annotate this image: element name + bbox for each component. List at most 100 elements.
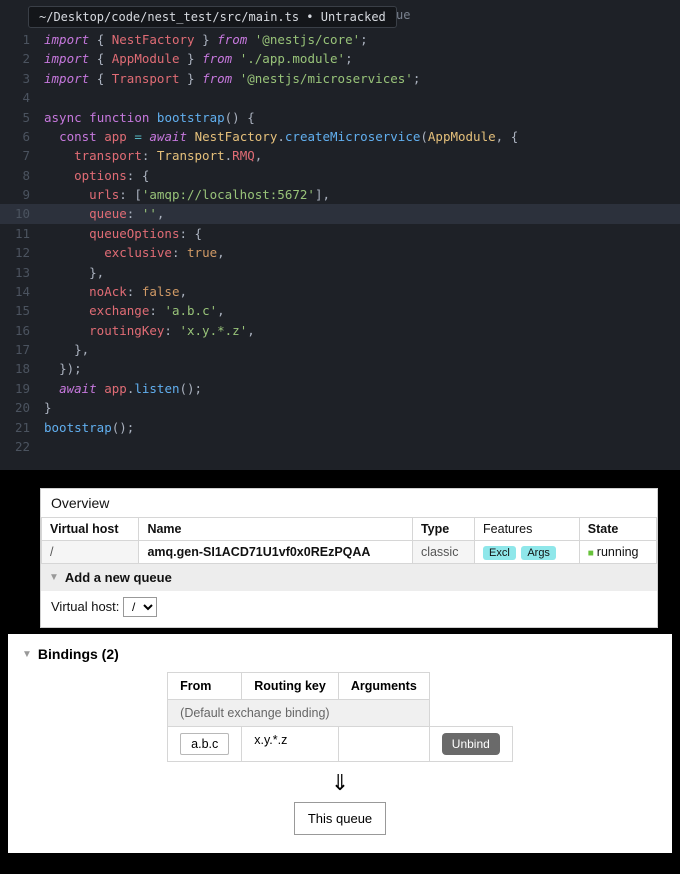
code-line[interactable]: 2import { AppModule } from './app.module… [0,49,680,68]
line-number: 10 [0,204,44,223]
code-line[interactable]: 17 }, [0,340,680,359]
code-content: urls: ['amqp://localhost:5672'], [44,185,330,204]
col-name[interactable]: Name [139,518,412,541]
bindings-title: Bindings (2) [38,646,119,662]
col-type[interactable]: Type [412,518,474,541]
line-number: 2 [0,49,44,68]
line-number: 14 [0,282,44,301]
code-line[interactable]: 19 await app.listen(); [0,379,680,398]
code-line[interactable]: 7 transport: Transport.RMQ, [0,146,680,165]
default-exchange-row: (Default exchange binding) [168,700,513,727]
code-line[interactable]: 4 [0,88,680,107]
line-number: 21 [0,418,44,437]
cell-from: a.b.c [168,727,242,762]
code-content: }, [44,263,104,282]
code-line[interactable]: 13 }, [0,263,680,282]
code-line[interactable]: 6 const app = await NestFactory.createMi… [0,127,680,146]
bindings-toggle[interactable]: ▼ Bindings (2) [22,644,658,672]
line-number: 5 [0,108,44,127]
code-content: import { AppModule } from './app.module'… [44,49,353,68]
bindings-panel: ▼ Bindings (2) From Routing key Argument… [8,634,672,853]
col-features[interactable]: Features [475,518,580,541]
code-line[interactable]: 18 }); [0,359,680,378]
code-content: import { NestFactory } from '@nestjs/cor… [44,30,368,49]
line-number: 1 [0,30,44,49]
code-content: async function bootstrap() { [44,108,255,127]
add-queue-toggle[interactable]: ▼ Add a new queue [41,564,657,591]
unbind-button[interactable]: Unbind [442,733,500,755]
cell-arguments [338,727,429,762]
line-number: 6 [0,127,44,146]
code-line[interactable]: 22 [0,437,680,456]
add-queue-label: Add a new queue [65,570,172,585]
code-line[interactable]: 8 options: { [0,166,680,185]
code-line[interactable]: 12 exclusive: true, [0,243,680,262]
line-number: 8 [0,166,44,185]
code-content: } [44,398,52,417]
code-line[interactable]: 9 urls: ['amqp://localhost:5672'], [0,185,680,204]
code-content: const app = await NestFactory.createMicr… [44,127,518,146]
code-content: }); [44,359,82,378]
cell-state: ■running [579,541,656,564]
code-content: routingKey: 'x.y.*.z', [44,321,255,340]
code-content: noAck: false, [44,282,187,301]
table-header-row: From Routing key Arguments [168,673,513,700]
col-from: From [168,673,242,700]
cell-type: classic [412,541,474,564]
line-number: 3 [0,69,44,88]
line-number: 16 [0,321,44,340]
table-header-row: Virtual host Name Type Features State [42,518,657,541]
overview-heading: Overview [41,489,657,517]
code-content: exchange: 'a.b.c', [44,301,225,320]
default-exchange-label: (Default exchange binding) [168,700,430,727]
file-tab[interactable]: ~/Desktop/code/nest_test/src/main.ts • U… [28,6,397,28]
cell-vhost: / [42,541,139,564]
line-number: 18 [0,359,44,378]
queues-table: Virtual host Name Type Features State / … [41,517,657,564]
line-number: 17 [0,340,44,359]
col-arguments: Arguments [338,673,429,700]
code-line[interactable]: 16 routingKey: 'x.y.*.z', [0,321,680,340]
code-area[interactable]: 1import { NestFactory } from '@nestjs/co… [0,28,680,456]
col-vhost[interactable]: Virtual host [42,518,139,541]
flow-arrow-icon: ⇓ [22,770,658,796]
line-number: 20 [0,398,44,417]
line-number: 11 [0,224,44,243]
code-line[interactable]: 15 exchange: 'a.b.c', [0,301,680,320]
code-line[interactable]: 10 queue: '', [0,204,680,223]
cell-name[interactable]: amq.gen-SI1ACD71U1vf0x0REzPQAA [139,541,412,564]
cell-features: Excl Args [475,541,580,564]
col-state[interactable]: State [579,518,656,541]
code-content: exclusive: true, [44,243,225,262]
code-line[interactable]: 20} [0,398,680,417]
code-content: queueOptions: { [44,224,202,243]
code-line[interactable]: 3import { Transport } from '@nestjs/micr… [0,69,680,88]
code-content: await app.listen(); [44,379,202,398]
code-content: transport: Transport.RMQ, [44,146,262,165]
line-number: 9 [0,185,44,204]
table-row[interactable]: / amq.gen-SI1ACD71U1vf0x0REzPQAA classic… [42,541,657,564]
code-content: bootstrap(); [44,418,134,437]
this-queue-box: This queue [294,802,386,835]
code-content: options: { [44,166,149,185]
cell-routing-key: x.y.*.z [242,727,339,762]
code-line[interactable]: 1import { NestFactory } from '@nestjs/co… [0,30,680,49]
queues-panel: Overview Virtual host Name Type Features… [40,488,658,628]
line-number: 7 [0,146,44,165]
bindings-table: From Routing key Arguments (Default exch… [167,672,513,762]
code-content: }, [44,340,89,359]
line-number: 22 [0,437,44,456]
code-line[interactable]: 11 queueOptions: { [0,224,680,243]
code-line[interactable]: 14 noAck: false, [0,282,680,301]
feature-args-badge: Args [521,546,556,560]
code-editor: ~/Desktop/code/nest_test/src/main.ts • U… [0,0,680,470]
binding-row: a.b.c x.y.*.z Unbind [168,727,513,762]
feature-excl-badge: Excl [483,546,516,560]
code-line[interactable]: 21bootstrap(); [0,418,680,437]
exchange-chip[interactable]: a.b.c [180,733,229,755]
vhost-select[interactable]: / [123,597,157,617]
line-number: 15 [0,301,44,320]
state-label: running [597,545,639,559]
line-number: 12 [0,243,44,262]
code-line[interactable]: 5async function bootstrap() { [0,108,680,127]
